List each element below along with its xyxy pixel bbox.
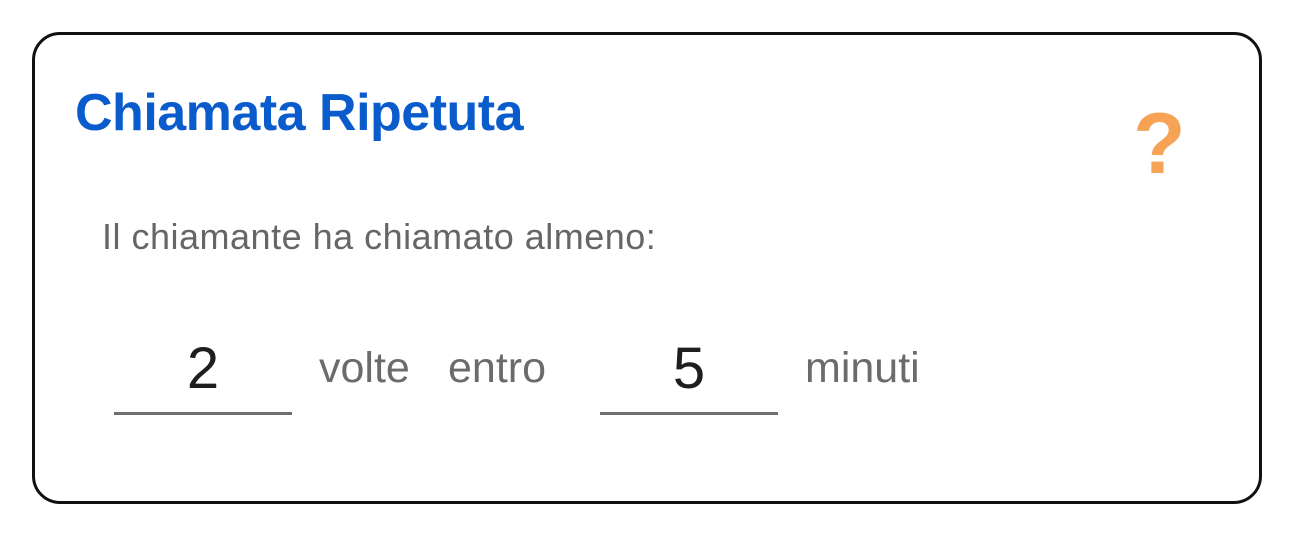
minutes-input[interactable]: 5	[600, 335, 778, 415]
call-count-input[interactable]: 2	[114, 335, 292, 415]
question-mark-icon[interactable]: ?	[1133, 101, 1186, 187]
times-label: volte	[319, 344, 410, 392]
description-text: Il chiamante ha chiamato almeno:	[102, 216, 657, 257]
minutes-label: minuti	[805, 344, 920, 392]
within-label: entro	[448, 344, 547, 392]
repeat-call-card: Chiamata Ripetuta ? Il chiamante ha chia…	[32, 32, 1262, 504]
card-title: Chiamata Ripetuta	[75, 84, 524, 142]
